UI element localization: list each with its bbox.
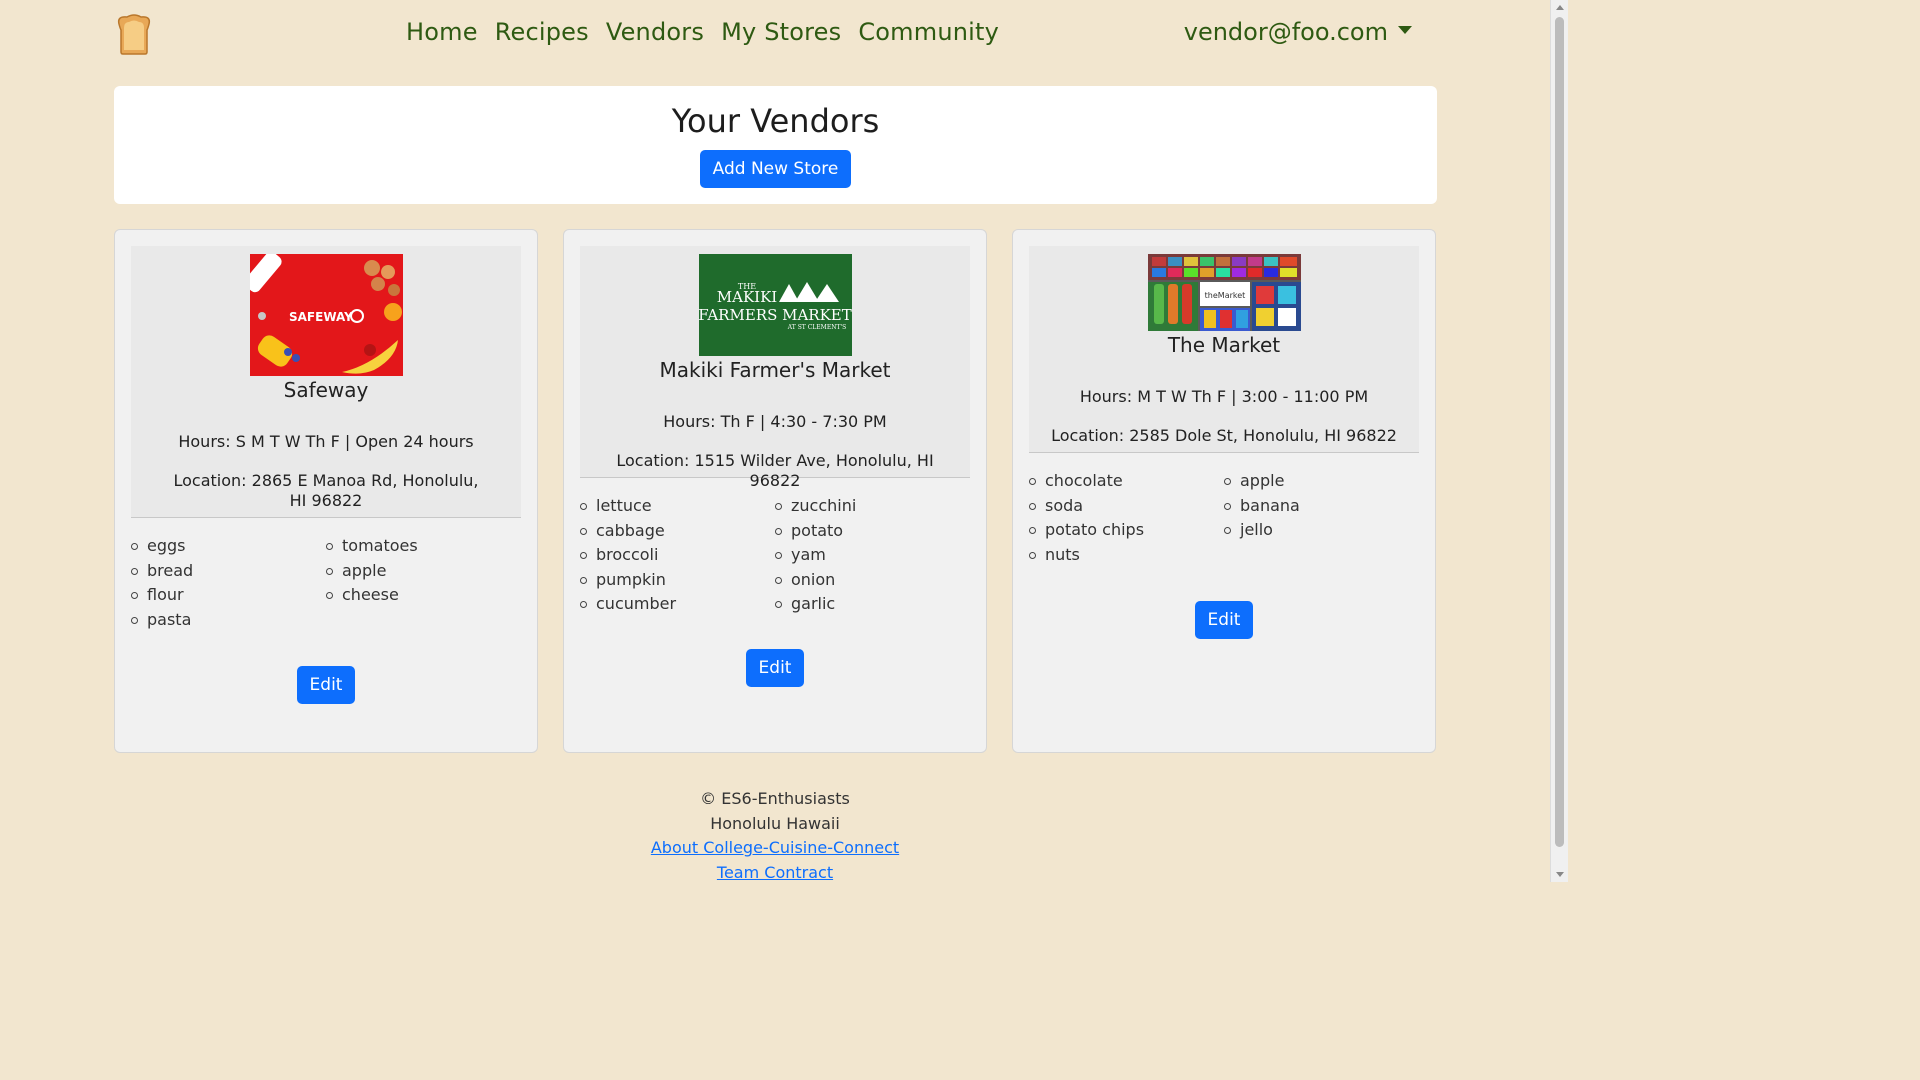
scroll-down-arrow-icon[interactable] bbox=[1556, 872, 1564, 877]
list-item: bread bbox=[131, 559, 326, 584]
store-card-header: THE MAKIKI FARMERS MARKET AT ST CLEMENT'… bbox=[580, 246, 970, 490]
store-image-the-market: theMarket bbox=[1147, 254, 1301, 331]
nav-links: Home Recipes Vendors My Stores Community bbox=[406, 18, 999, 46]
store-image-makiki: THE MAKIKI FARMERS MARKET AT ST CLEMENT'… bbox=[698, 254, 852, 356]
store-name: Safeway bbox=[283, 378, 369, 402]
list-item: pasta bbox=[131, 608, 326, 633]
list-item: apple bbox=[1224, 469, 1419, 494]
makiki-logo-line1: MAKIKI bbox=[716, 288, 777, 306]
list-item: yam bbox=[775, 543, 970, 568]
edit-wrap: Edit bbox=[115, 666, 537, 704]
about-link[interactable]: About College-Cuisine-Connect bbox=[651, 838, 899, 857]
list-item: garlic bbox=[775, 592, 970, 617]
nav-vendors[interactable]: Vendors bbox=[606, 18, 704, 46]
store-hours: Hours: Th F | 4:30 - 7:30 PM bbox=[663, 412, 887, 431]
nav-community[interactable]: Community bbox=[858, 18, 999, 46]
list-item: potato bbox=[775, 519, 970, 544]
store-items: eggs bread flour pasta tomatoes apple ch… bbox=[131, 534, 521, 632]
user-email: vendor@foo.com bbox=[1183, 18, 1388, 46]
list-item: potato chips bbox=[1029, 518, 1224, 543]
store-hours: Hours: S M T W Th F | Open 24 hours bbox=[178, 432, 474, 451]
add-new-store-button[interactable]: Add New Store bbox=[699, 150, 852, 188]
navbar: Home Recipes Vendors My Stores Community… bbox=[0, 0, 1550, 70]
items-column-left: chocolate soda potato chips nuts bbox=[1029, 469, 1224, 567]
list-item: cheese bbox=[326, 583, 521, 608]
nav-home[interactable]: Home bbox=[406, 18, 478, 46]
list-item: onion bbox=[775, 568, 970, 593]
store-image-safeway: SAFEWAY bbox=[243, 251, 403, 376]
list-item: soda bbox=[1029, 494, 1224, 519]
vendors-header-panel: Your Vendors Add New Store bbox=[114, 86, 1437, 204]
store-card-makiki: THE MAKIKI FARMERS MARKET AT ST CLEMENT'… bbox=[563, 229, 987, 753]
store-location: Location: 1515 Wilder Ave, Honolulu, HI … bbox=[616, 451, 934, 490]
nav-my-stores[interactable]: My Stores bbox=[721, 18, 841, 46]
store-card-header: SAFEWAY Safeway Hours: S M T W Th F | Op… bbox=[131, 246, 521, 518]
list-item: banana bbox=[1224, 494, 1419, 519]
items-column-left: eggs bread flour pasta bbox=[131, 534, 326, 632]
footer: © ES6-Enthusiasts Honolulu Hawaii About … bbox=[0, 787, 1550, 885]
team-contract-link[interactable]: Team Contract bbox=[717, 863, 833, 882]
edit-button[interactable]: Edit bbox=[1194, 601, 1254, 639]
page-title: Your Vendors bbox=[671, 102, 880, 140]
store-location: Location: 2865 E Manoa Rd, Honolulu, HI … bbox=[173, 471, 479, 510]
store-location: Location: 2585 Dole St, Honolulu, HI 968… bbox=[1051, 426, 1397, 445]
edit-button[interactable]: Edit bbox=[296, 666, 356, 704]
list-item: cucumber bbox=[580, 592, 775, 617]
edit-wrap: Edit bbox=[564, 648, 986, 687]
store-items: chocolate soda potato chips nuts apple b… bbox=[1029, 469, 1419, 567]
store-name: The Market bbox=[1167, 333, 1281, 357]
makiki-logo-sub: AT ST CLEMENT'S bbox=[786, 324, 845, 331]
items-column-right: zucchini potato yam onion garlic bbox=[775, 494, 970, 617]
makiki-logo-line2: FARMERS MARKET bbox=[699, 306, 852, 324]
list-item: jello bbox=[1224, 518, 1419, 543]
scroll-up-arrow-icon[interactable] bbox=[1556, 5, 1564, 10]
list-item: tomatoes bbox=[326, 534, 521, 559]
items-column-right: tomatoes apple cheese bbox=[326, 534, 521, 632]
list-item: pumpkin bbox=[580, 568, 775, 593]
footer-place: Honolulu Hawaii bbox=[710, 813, 840, 833]
list-item: zucchini bbox=[775, 494, 970, 519]
caret-down-icon bbox=[1398, 26, 1412, 34]
list-item: flour bbox=[131, 583, 326, 608]
store-items: lettuce cabbage broccoli pumpkin cucumbe… bbox=[580, 494, 970, 617]
store-card-header: theMarket The Market Hours: M T W Th F |… bbox=[1029, 246, 1419, 453]
list-item: lettuce bbox=[580, 494, 775, 519]
list-item: eggs bbox=[131, 534, 326, 559]
store-hours: Hours: M T W Th F | 3:00 - 11:00 PM bbox=[1079, 387, 1369, 406]
the-market-logo-text: theMarket bbox=[1204, 291, 1245, 300]
list-item: broccoli bbox=[580, 543, 775, 568]
store-card-safeway: SAFEWAY Safeway Hours: S M T W Th F | Op… bbox=[114, 229, 538, 753]
edit-button[interactable]: Edit bbox=[745, 648, 805, 687]
edit-wrap: Edit bbox=[1013, 601, 1435, 639]
user-dropdown[interactable]: vendor@foo.com bbox=[1184, 18, 1412, 46]
safeway-logo-text: SAFEWAY bbox=[289, 310, 353, 324]
nav-recipes[interactable]: Recipes bbox=[495, 18, 589, 46]
toast-logo-icon[interactable] bbox=[115, 14, 153, 56]
list-item: cabbage bbox=[580, 519, 775, 544]
scroll-thumb[interactable] bbox=[1555, 17, 1564, 847]
footer-copyright: © ES6-Enthusiasts bbox=[700, 789, 850, 808]
store-card-the-market: theMarket The Market Hours: M T W Th F |… bbox=[1012, 229, 1436, 753]
items-column-right: apple banana jello bbox=[1224, 469, 1419, 567]
store-name: Makiki Farmer's Market bbox=[659, 358, 891, 382]
page-scrollbar[interactable] bbox=[1550, 0, 1568, 882]
list-item: chocolate bbox=[1029, 469, 1224, 494]
list-item: nuts bbox=[1029, 543, 1224, 568]
list-item: apple bbox=[326, 559, 521, 584]
items-column-left: lettuce cabbage broccoli pumpkin cucumbe… bbox=[580, 494, 775, 617]
